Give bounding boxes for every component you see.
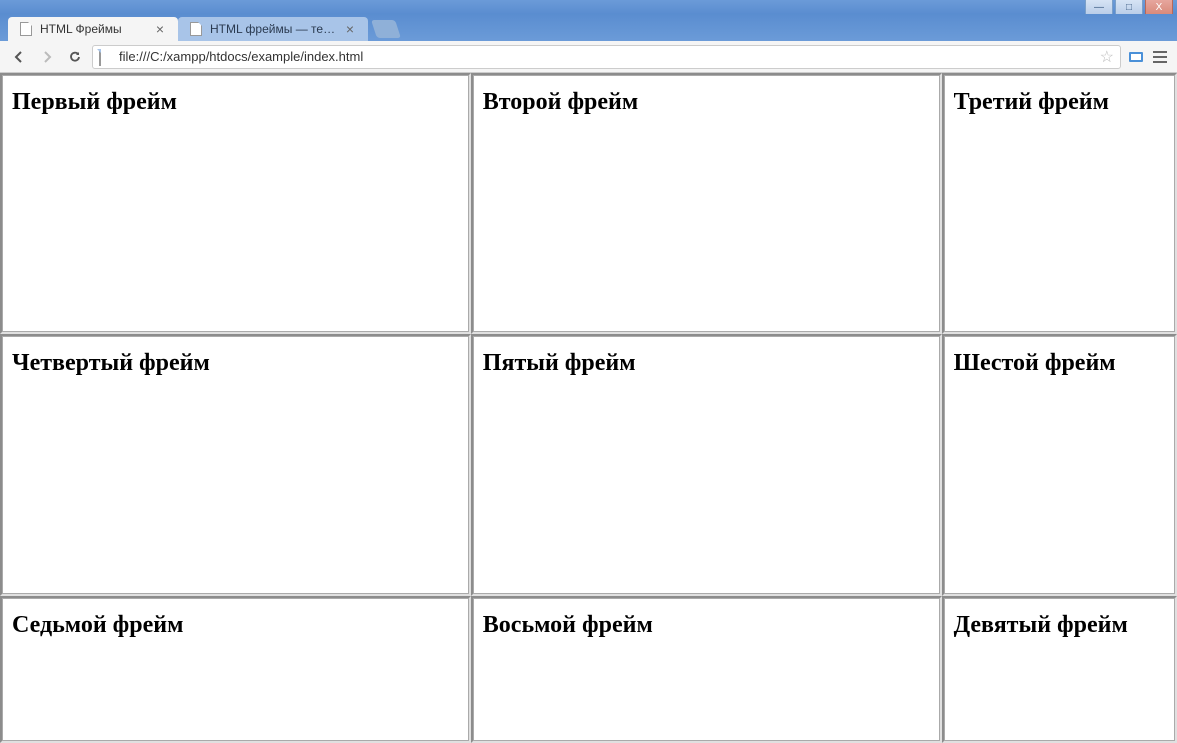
frame-heading: Девятый фрейм <box>954 612 1165 639</box>
frame-heading: Четвертый фрейм <box>12 350 459 377</box>
frame-heading: Седьмой фрейм <box>12 612 459 639</box>
back-icon <box>11 49 27 65</box>
menu-button[interactable] <box>1151 48 1169 66</box>
browser-toolbar: file:///C:/xampp/htdocs/example/index.ht… <box>0 41 1177 73</box>
tab-strip: HTML Фреймы × HTML фреймы — тег fram × <box>0 14 1177 41</box>
extension-icon[interactable] <box>1127 48 1145 66</box>
hamburger-icon <box>1153 51 1167 53</box>
frame-1[interactable]: Первый фрейм <box>0 73 471 334</box>
frame-8[interactable]: Восьмой фрейм <box>471 596 942 743</box>
frame-9[interactable]: Девятый фрейм <box>942 596 1177 743</box>
frame-7[interactable]: Седьмой фрейм <box>0 596 471 743</box>
page-icon <box>188 21 204 37</box>
forward-button[interactable] <box>36 46 58 68</box>
frame-6[interactable]: Шестой фрейм <box>942 334 1177 595</box>
frame-heading: Восьмой фрейм <box>483 612 930 639</box>
back-button[interactable] <box>8 46 30 68</box>
forward-icon <box>39 49 55 65</box>
maximize-icon: □ <box>1126 2 1132 13</box>
reload-button[interactable] <box>64 46 86 68</box>
url-text: file:///C:/xampp/htdocs/example/index.ht… <box>119 49 1094 64</box>
browser-tab-1[interactable]: HTML фреймы — тег fram × <box>178 17 368 41</box>
frame-heading: Шестой фрейм <box>954 350 1165 377</box>
browser-tab-0[interactable]: HTML Фреймы × <box>8 17 178 41</box>
frame-2[interactable]: Второй фрейм <box>471 73 942 334</box>
frame-4[interactable]: Четвертый фрейм <box>0 334 471 595</box>
minimize-icon: — <box>1094 2 1104 13</box>
tab-title: HTML Фреймы <box>40 22 146 36</box>
frame-heading: Пятый фрейм <box>483 350 930 377</box>
close-window-icon: X <box>1156 2 1163 13</box>
reload-icon <box>67 49 83 65</box>
new-tab-button[interactable] <box>371 20 401 38</box>
tab-close-button[interactable]: × <box>342 21 358 37</box>
tab-title: HTML фреймы — тег fram <box>210 22 336 36</box>
frameset: Первый фрейм Второй фрейм Третий фрейм Ч… <box>0 73 1177 743</box>
frame-heading: Первый фрейм <box>12 89 459 116</box>
address-bar[interactable]: file:///C:/xampp/htdocs/example/index.ht… <box>92 45 1121 69</box>
frame-3[interactable]: Третий фрейм <box>942 73 1177 334</box>
tab-close-button[interactable]: × <box>152 21 168 37</box>
frame-heading: Третий фрейм <box>954 89 1165 116</box>
frame-heading: Второй фрейм <box>483 89 930 116</box>
window-titlebar: — □ X <box>0 0 1177 14</box>
frame-5[interactable]: Пятый фрейм <box>471 334 942 595</box>
page-icon <box>18 21 34 37</box>
bookmark-star-icon[interactable]: ☆ <box>1100 47 1114 67</box>
page-icon <box>99 50 113 64</box>
